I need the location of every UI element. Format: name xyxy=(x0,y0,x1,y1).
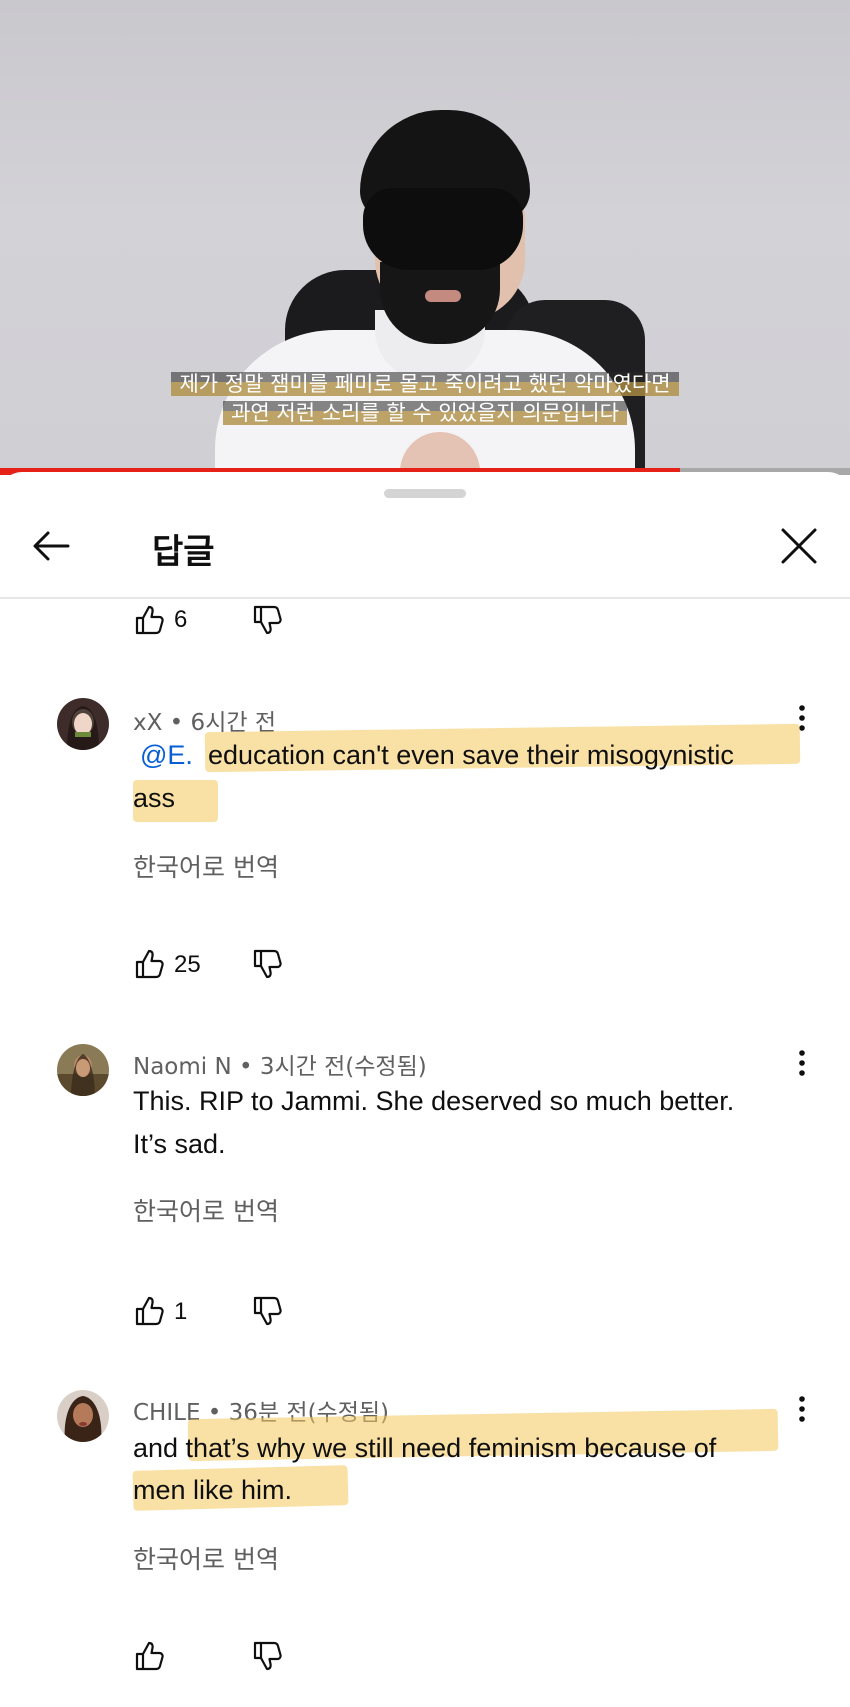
thumbs-up-icon xyxy=(135,605,164,635)
translate-button[interactable]: 한국어로 번역 xyxy=(133,1192,279,1228)
comment-text: @E. education can't even save their miso… xyxy=(140,735,734,776)
video-player[interactable]: 제가 정말 잼미를 페미로 몰고 죽이려고 했던 악마였다면 과연 저런 소리를… xyxy=(0,0,850,475)
dislike-button[interactable] xyxy=(252,1640,284,1672)
avatar-image xyxy=(57,698,109,750)
avatar-image xyxy=(57,1390,109,1442)
blindfold xyxy=(363,188,523,270)
avatar[interactable] xyxy=(57,698,109,750)
comment-meta: xX • 6시간 전 xyxy=(133,710,276,736)
comment-meta: CHILE • 36분 전(수정됨) xyxy=(133,1400,389,1426)
subtitle-line-2: 과연 저런 소리를 할 수 있었을지 의문입니다 xyxy=(223,401,627,425)
dislike-button[interactable] xyxy=(252,1295,284,1327)
header-divider xyxy=(0,597,850,599)
more-vert-icon xyxy=(799,1396,805,1422)
like-button[interactable] xyxy=(134,1295,166,1327)
thumbs-up-icon xyxy=(135,949,164,979)
page-title: 답글 xyxy=(152,532,215,572)
more-options-button[interactable] xyxy=(790,1045,814,1081)
thumbs-down-icon xyxy=(253,949,282,979)
comment-meta: Naomi N • 3시간 전(수정됨) xyxy=(133,1054,427,1080)
dislike-button[interactable] xyxy=(252,948,284,980)
more-vert-icon xyxy=(799,1050,805,1076)
like-count: 25 xyxy=(174,951,201,978)
like-button[interactable] xyxy=(134,948,166,980)
translate-button[interactable]: 한국어로 번역 xyxy=(133,848,279,884)
thumbs-down-icon xyxy=(253,605,282,635)
more-vert-icon xyxy=(799,705,805,731)
like-count: 1 xyxy=(174,1298,188,1325)
thumbs-down-icon xyxy=(253,1641,282,1671)
like-count: 6 xyxy=(174,606,188,633)
comment-text-line-1: education can't even save their misogyni… xyxy=(207,740,734,770)
thumbs-down-icon xyxy=(253,1296,282,1326)
back-button[interactable] xyxy=(28,523,74,569)
dislike-button[interactable] xyxy=(252,604,284,636)
avatar-image xyxy=(57,1044,109,1096)
comment-text-line-1: This. RIP to Jammi. She deserved so much… xyxy=(133,1086,735,1116)
close-button[interactable] xyxy=(776,523,822,569)
arrow-left-icon xyxy=(33,531,70,561)
like-button[interactable] xyxy=(134,1640,166,1672)
comment-text-line-2: ass xyxy=(133,783,176,813)
comment-text-line-1: and that’s why we still need feminism be… xyxy=(133,1433,717,1463)
like-button[interactable] xyxy=(134,604,166,636)
comment-text-line-2: men like him. xyxy=(133,1475,293,1505)
comment-text-line-2: It’s sad. xyxy=(133,1129,226,1159)
avatar[interactable] xyxy=(57,1390,109,1442)
translate-button[interactable]: 한국어로 번역 xyxy=(133,1540,279,1576)
thumbs-up-icon xyxy=(135,1641,164,1671)
drag-handle[interactable] xyxy=(384,489,466,498)
more-options-button[interactable] xyxy=(790,700,814,736)
mention-link[interactable]: @E. xyxy=(140,740,193,770)
thumbs-up-icon xyxy=(135,1296,164,1326)
close-icon xyxy=(781,528,817,564)
person-lips xyxy=(425,290,461,302)
subtitle-line-1: 제가 정말 잼미를 페미로 몰고 죽이려고 했던 악마였다면 xyxy=(171,372,679,396)
video-subtitle: 제가 정말 잼미를 페미로 몰고 죽이려고 했던 악마였다면 과연 저런 소리를… xyxy=(150,370,700,428)
more-options-button[interactable] xyxy=(790,1391,814,1427)
avatar[interactable] xyxy=(57,1044,109,1096)
